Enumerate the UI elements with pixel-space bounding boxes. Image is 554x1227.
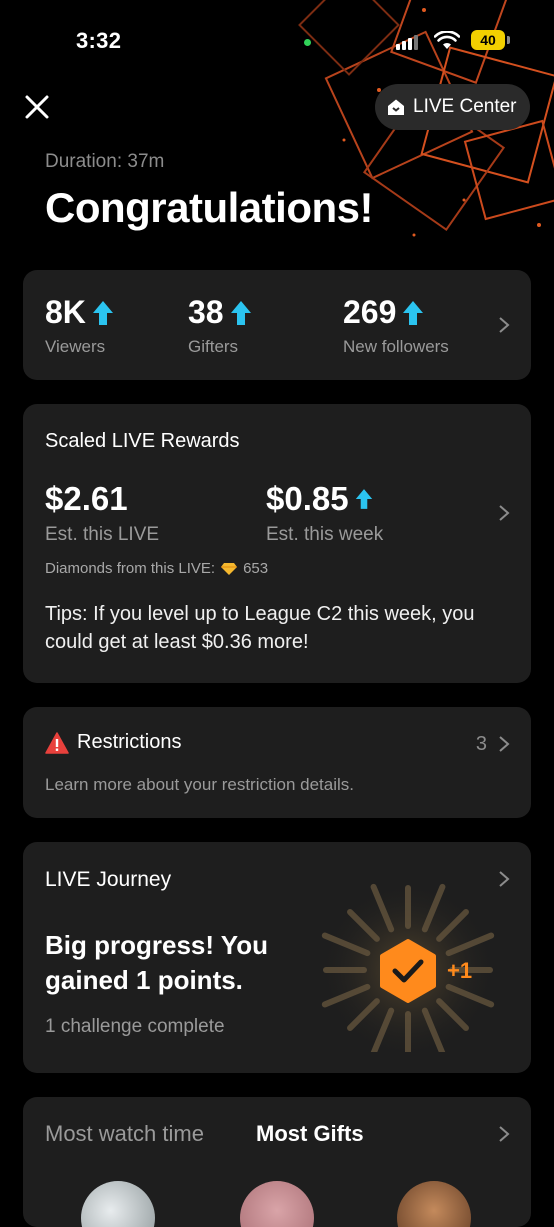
chevron-right-icon[interactable] [497,316,511,334]
stats-card[interactable]: 8K Viewers 38 Gifters 269 New followers [23,270,531,380]
reward-this-live: $2.61 Est. this LIVE [45,480,159,546]
checkmark-badge-icon [380,939,436,1003]
diamonds-value: 653 [243,560,269,577]
live-journey-card[interactable]: LIVE Journey Big progress! You gained 1 … [23,842,531,1073]
battery-icon: 40 [471,30,505,50]
rewards-title: Scaled LIVE Rewards [45,430,240,452]
rewards-tip: Tips: If you level up to League C2 this … [45,603,475,653]
arrow-up-icon [355,489,372,509]
live-duration: Duration: 37m [45,151,165,172]
restrictions-header: Restrictions [45,731,181,754]
cellular-signal-icon [396,34,418,50]
stat-new-followers: 269 New followers [343,294,449,357]
reward-live-label: Est. this LIVE [45,524,160,545]
home-icon [388,99,404,115]
tab-most-gifts[interactable]: Most Gifts [256,1121,364,1147]
journey-headline: Big progress! You gained 1 points. [45,930,268,995]
status-bar: 3:32 40 [0,0,554,84]
wifi-icon [434,31,460,49]
avatar[interactable] [81,1181,155,1227]
reward-week-label: Est. this week [266,524,384,545]
restrictions-description: Learn more about your restriction detail… [45,775,354,794]
diamond-icon [221,562,238,575]
chevron-right-icon[interactable] [497,504,511,522]
battery-tip [507,36,510,44]
diamonds-label: Diamonds from this LIVE: [45,560,216,577]
stat-viewers: 8K Viewers [45,294,114,357]
warning-icon [45,731,69,754]
restrictions-count: 3 [475,733,487,755]
tab-most-watch-time[interactable]: Most watch time [45,1121,204,1147]
stat-label: Viewers [45,337,106,356]
stat-gifters: 38 Gifters [188,294,252,357]
stat-label: New followers [343,337,449,356]
reward-live-amount: $2.61 [45,480,128,517]
restrictions-card[interactable]: Restrictions 3 Learn more about your res… [23,707,531,818]
diamonds-info: Diamonds from this LIVE: 653 [45,560,268,577]
stat-value: 8K [45,294,86,330]
camera-indicator-dot [304,39,311,46]
reward-week-amount: $0.85 [266,480,349,517]
top-viewers-card[interactable]: Most watch time Most Gifts [23,1097,531,1227]
live-center-label: LIVE Center [413,96,517,117]
restrictions-title: Restrictions [77,731,182,753]
stat-value: 269 [343,294,397,330]
page-title: Congratulations! [45,184,373,231]
reward-this-week: $0.85 Est. this week [266,480,383,546]
live-center-button[interactable]: LIVE Center [375,84,530,130]
arrow-up-icon [92,300,113,325]
points-gained-badge: +1 [447,958,473,983]
status-time: 3:32 [76,28,122,53]
stat-value: 38 [188,294,224,330]
rewards-card[interactable]: Scaled LIVE Rewards $2.61 Est. this LIVE… [23,404,531,683]
journey-title: LIVE Journey [45,868,172,891]
avatar[interactable] [397,1181,471,1227]
chevron-right-icon[interactable] [497,735,511,753]
journey-subtitle: 1 challenge complete [45,1016,225,1037]
chevron-right-icon[interactable] [497,1125,511,1143]
arrow-up-icon [230,300,251,325]
arrow-up-icon [403,300,424,325]
avatar[interactable] [240,1181,314,1227]
stat-label: Gifters [188,337,239,356]
close-icon[interactable] [22,92,52,122]
